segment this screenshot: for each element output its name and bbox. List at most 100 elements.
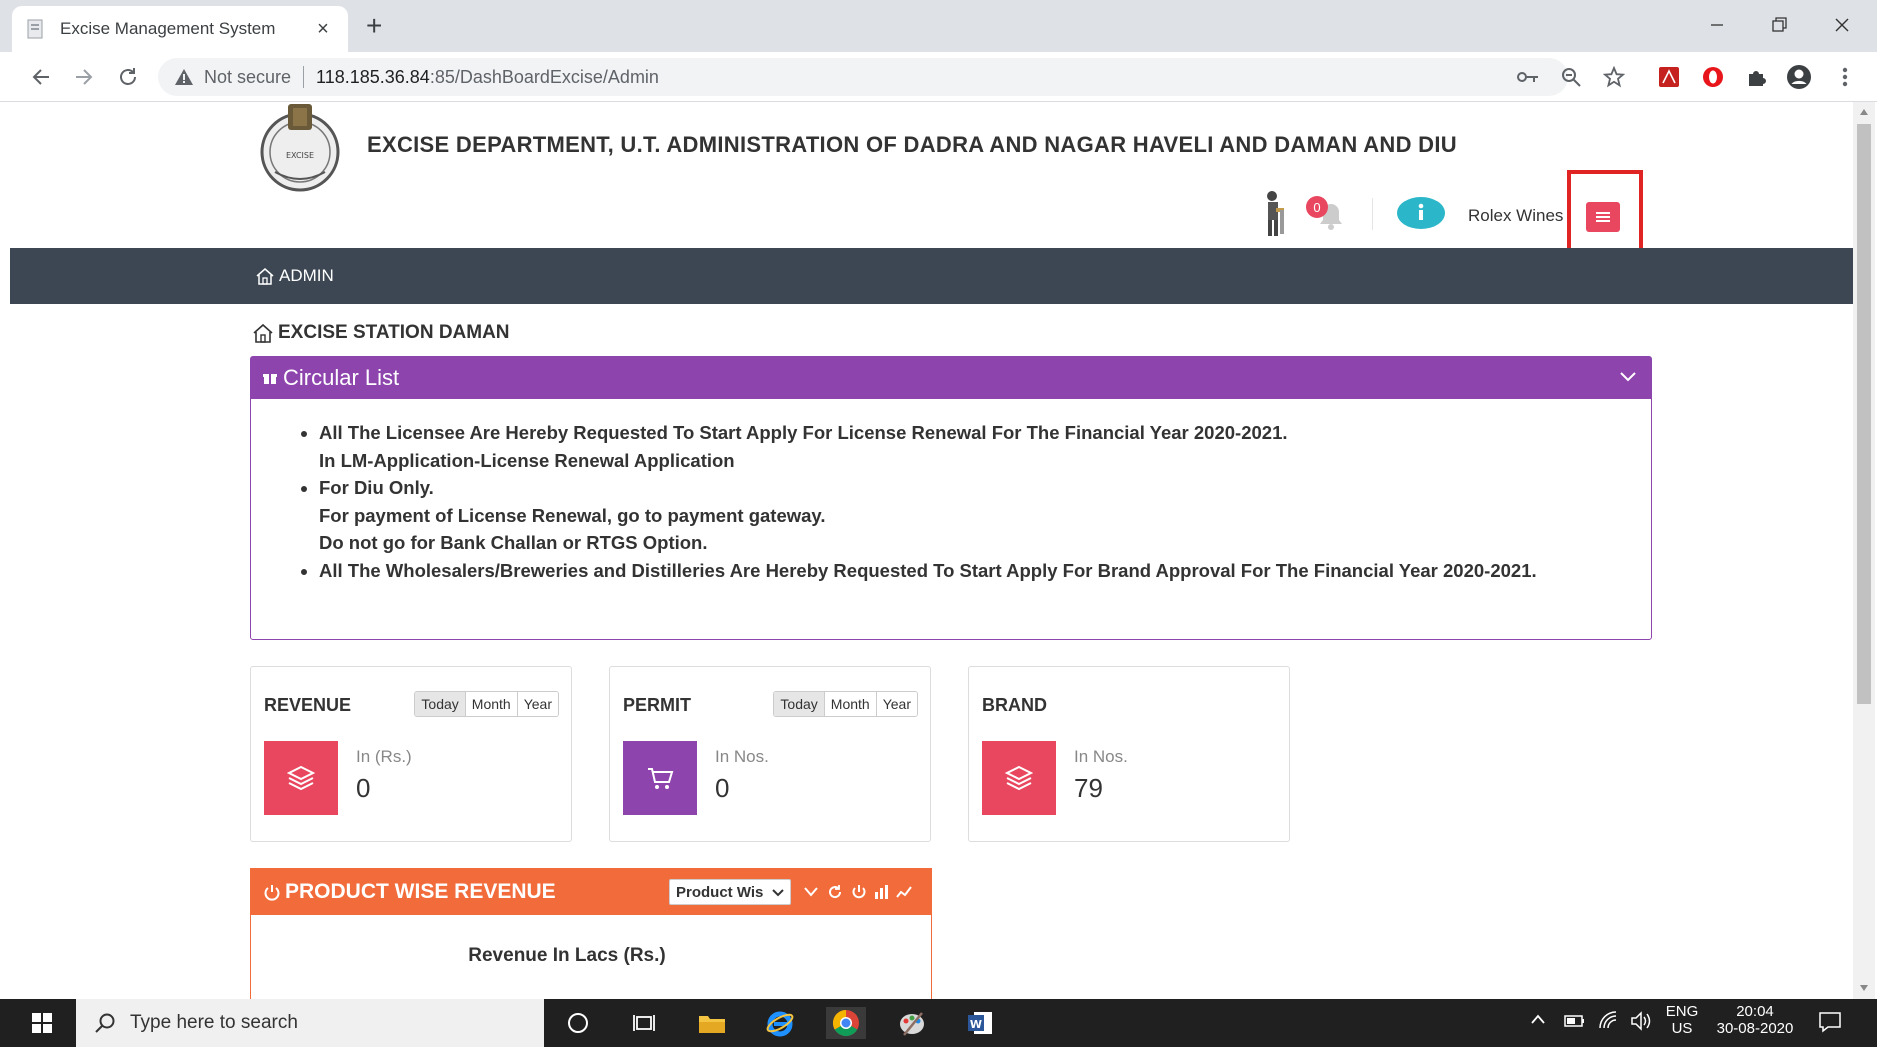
paint-button[interactable] — [892, 1007, 932, 1039]
cortana-button[interactable] — [558, 1007, 598, 1039]
brand-icon-box — [982, 741, 1056, 815]
windows-logo-icon — [32, 1013, 52, 1033]
chevron-down-icon[interactable] — [803, 886, 819, 898]
info-icon — [1397, 197, 1445, 229]
url-host: 118.185.36.84 — [316, 66, 430, 87]
bookmark-star-icon[interactable] — [1601, 64, 1627, 90]
power-icon[interactable] — [851, 884, 867, 900]
home-icon — [256, 268, 274, 285]
period-today-button[interactable]: Today — [415, 692, 465, 716]
battery-icon[interactable] — [1564, 1013, 1586, 1029]
file-explorer-button[interactable] — [692, 1007, 732, 1039]
tray-chevron-up-icon[interactable] — [1530, 1013, 1546, 1025]
circular-list-header[interactable]: Circular List — [251, 357, 1651, 399]
home-icon — [253, 323, 273, 343]
forward-button[interactable] — [69, 62, 99, 92]
notification-center-icon — [1819, 1012, 1841, 1033]
scroll-down-icon[interactable] — [1859, 984, 1869, 992]
user-name[interactable]: Rolex Wines — [1468, 206, 1563, 226]
line-chart-icon[interactable] — [896, 884, 912, 900]
brand-value: 79 — [1074, 773, 1103, 803]
start-button[interactable] — [22, 1007, 62, 1039]
scrollbar-thumb[interactable] — [1857, 124, 1871, 704]
password-key-icon[interactable] — [1515, 64, 1541, 90]
layers-icon — [1005, 765, 1033, 791]
new-tab-button[interactable]: + — [366, 12, 382, 40]
nav-item-admin[interactable]: ADMIN — [255, 266, 334, 286]
close-icon — [1835, 18, 1849, 32]
department-title: EXCISE DEPARTMENT, U.T. ADMINISTRATION O… — [367, 132, 1457, 157]
refresh-icon[interactable] — [827, 884, 843, 900]
security-label: Not secure — [204, 66, 292, 87]
station-label: EXCISE STATION DAMAN — [278, 322, 510, 343]
menu-icon — [1596, 212, 1610, 222]
browser-tab-strip: Excise Management System × + — [0, 0, 1877, 52]
action-center-button[interactable] — [1818, 1011, 1842, 1033]
circular-line: All The Licensee Are Hereby Requested To… — [319, 422, 1288, 443]
task-view-icon — [633, 1015, 655, 1031]
revenue-card: REVENUE Today Month Year In (Rs.) 0 — [250, 666, 572, 842]
period-month-button[interactable]: Month — [464, 692, 517, 716]
permit-unit: In Nos. — [715, 747, 769, 766]
bar-chart-icon[interactable] — [874, 884, 890, 900]
info-button[interactable] — [1396, 196, 1446, 230]
volume-icon[interactable] — [1630, 1011, 1652, 1031]
cortana-circle-icon — [568, 1013, 588, 1033]
back-button[interactable] — [26, 62, 56, 92]
close-window-button[interactable] — [1825, 10, 1859, 40]
minimize-button[interactable] — [1700, 10, 1734, 40]
zoom-icon[interactable] — [1558, 64, 1584, 90]
clock[interactable]: 20:04 30-08-2020 — [1712, 1003, 1798, 1037]
notification-bell-button[interactable]: 0 — [1306, 196, 1350, 232]
taskbar-search-box[interactable]: Type here to search — [76, 999, 544, 1047]
permit-icon-box — [623, 741, 697, 815]
forward-arrow-icon — [76, 69, 93, 85]
chevron-down-icon[interactable] — [1619, 371, 1637, 383]
reload-icon — [120, 68, 136, 85]
period-today-button[interactable]: Today — [774, 692, 824, 716]
chrome-taskbar-button[interactable] — [826, 1007, 866, 1039]
user-figure-icon[interactable] — [1260, 190, 1290, 240]
circular-list-panel: Circular List All The Licensee Are Hereb… — [250, 356, 1652, 640]
profile-icon[interactable] — [1786, 64, 1812, 90]
brand-title: BRAND — [982, 695, 1047, 715]
tab-close-icon[interactable]: × — [312, 18, 334, 41]
language-code: ENG — [1665, 1003, 1699, 1020]
revenue-icon-box — [264, 741, 338, 815]
circular-item: All The Licensee Are Hereby Requested To… — [319, 419, 1639, 474]
power-icon — [264, 885, 280, 901]
edge-button[interactable] — [760, 1007, 800, 1039]
revenue-unit: In (Rs.) — [356, 747, 412, 766]
task-view-button[interactable] — [624, 1007, 664, 1039]
browser-tab[interactable]: Excise Management System × — [12, 6, 348, 52]
product-wise-revenue-header: PRODUCT WISE REVENUE Product Wis — [251, 869, 931, 915]
nav-item-label: ADMIN — [279, 266, 334, 285]
reload-button[interactable] — [113, 62, 143, 92]
address-bar[interactable]: Not secure 118.185.36.84:85/DashBoardExc… — [158, 58, 1568, 96]
extensions-puzzle-icon[interactable] — [1743, 64, 1769, 90]
restore-button[interactable] — [1762, 10, 1796, 40]
permit-period-toggle: Today Month Year — [773, 691, 918, 717]
period-year-button[interactable]: Year — [875, 692, 917, 716]
period-month-button[interactable]: Month — [823, 692, 876, 716]
circular-line: In LM-Application-License Renewal Applic… — [319, 449, 735, 471]
revenue-title: REVENUE — [264, 695, 352, 715]
word-button[interactable]: W — [960, 1007, 1000, 1039]
language-indicator[interactable]: ENG US — [1664, 1003, 1700, 1037]
hamburger-menu-button[interactable] — [1586, 202, 1620, 232]
wifi-icon[interactable] — [1598, 1011, 1620, 1031]
browser-toolbar: Not secure 118.185.36.84:85/DashBoardExc… — [0, 52, 1877, 102]
brand-unit: In Nos. — [1074, 747, 1128, 766]
windows-taskbar: Type here to search W ENG US 20:04 30-08… — [0, 999, 1877, 1047]
scroll-up-icon[interactable] — [1859, 108, 1869, 116]
period-year-button[interactable]: Year — [516, 692, 558, 716]
page-favicon-icon — [27, 19, 43, 39]
product-wise-select[interactable]: Product Wis — [669, 879, 791, 905]
pdf-extension-icon[interactable] — [1656, 64, 1682, 90]
circular-line: For Diu Only. — [319, 477, 434, 498]
browser-menu-icon[interactable] — [1832, 64, 1858, 90]
page-scrollbar[interactable] — [1853, 102, 1875, 999]
opera-extension-icon[interactable] — [1700, 64, 1726, 90]
layers-icon — [287, 765, 315, 791]
warning-icon — [175, 69, 193, 85]
